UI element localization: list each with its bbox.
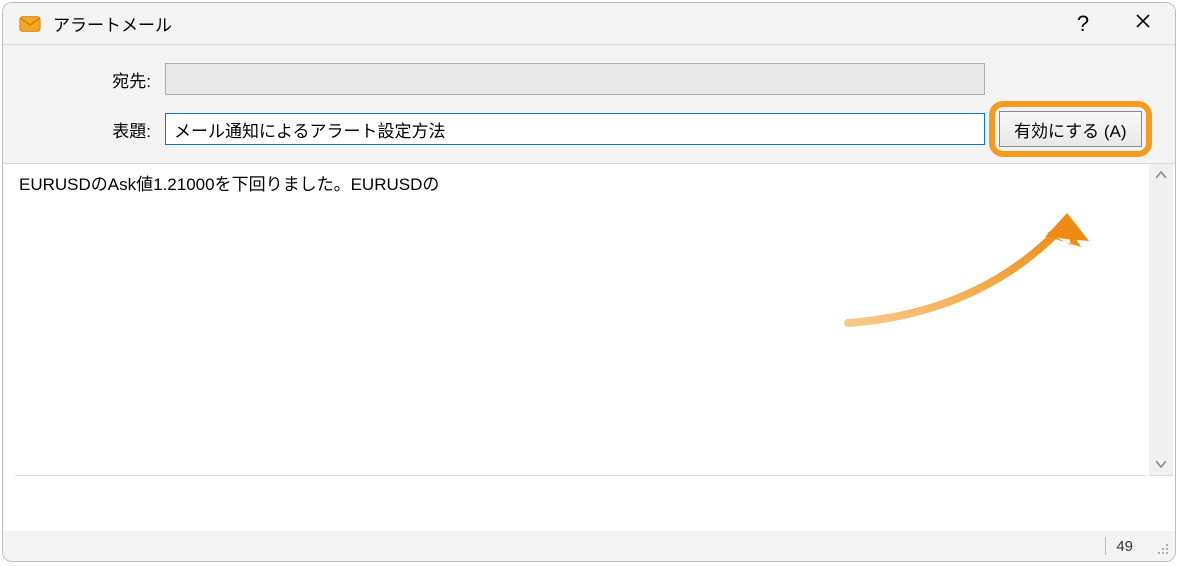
to-label: 宛先: [17,67,165,92]
enable-button[interactable]: 有効にする (A) [999,111,1142,147]
resize-grip-icon [1155,541,1169,555]
mail-icon [19,13,41,35]
chevron-up-icon[interactable] [1149,164,1173,186]
resize-grip[interactable] [1151,537,1169,555]
row-to: 宛先: [17,63,1161,95]
titlebar: アラートメール ? [3,3,1175,45]
to-input[interactable] [165,63,985,95]
alert-mail-window: アラートメール ? 宛先: 表題: 有効にする (A) [2,2,1176,562]
close-icon [1135,12,1151,35]
chevron-down-icon[interactable] [1149,453,1173,475]
enable-button-wrap: 有効にする (A) [999,111,1142,147]
char-count: 49 [1116,538,1151,555]
window-title: アラートメール [53,11,172,36]
help-button[interactable]: ? [1053,3,1113,45]
header-form: 宛先: 表題: 有効にする (A) [3,45,1175,164]
close-button[interactable] [1113,3,1173,45]
body-textarea[interactable] [15,164,1145,476]
body-area [3,164,1175,476]
status-divider [1105,537,1106,555]
statusbar: 49 [3,531,1175,561]
subject-label: 表題: [17,117,165,142]
vertical-scrollbar[interactable] [1149,164,1173,476]
subject-input[interactable] [165,113,985,145]
row-subject: 表題: 有効にする (A) [17,111,1161,147]
